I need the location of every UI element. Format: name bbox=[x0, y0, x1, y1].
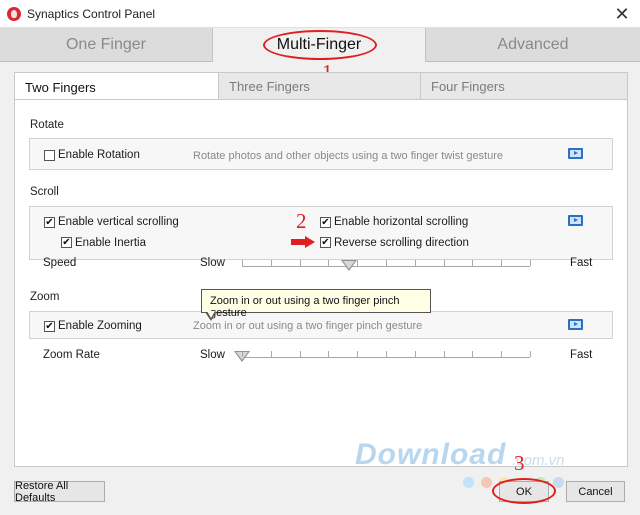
slider-tick bbox=[472, 351, 474, 357]
title-bar: Synaptics Control Panel ✕ bbox=[0, 0, 640, 28]
dot-orange bbox=[481, 477, 492, 488]
slider-tick bbox=[501, 260, 503, 266]
slider-tick bbox=[270, 260, 272, 266]
zoom-rate-label: Zoom Rate bbox=[43, 349, 100, 361]
scroll-video-icon[interactable] bbox=[568, 215, 583, 226]
slider-tick bbox=[443, 260, 445, 266]
slider-tick bbox=[386, 351, 387, 357]
watermark-logo: Download bbox=[355, 438, 507, 471]
subtab-four-fingers[interactable]: Four Fingers bbox=[421, 72, 628, 100]
scroll-section-label: Scroll bbox=[30, 186, 59, 198]
rotate-description: Rotate photos and other objects using a … bbox=[193, 150, 504, 162]
restore-defaults-button[interactable]: Restore All Defaults bbox=[14, 480, 105, 504]
highlight-ellipse bbox=[263, 30, 377, 60]
zoom-slow-label: Slow bbox=[200, 349, 225, 361]
subtab-three-fingers[interactable]: Three Fingers bbox=[219, 72, 421, 100]
slider-tick bbox=[530, 260, 531, 266]
zoom-description: Zoom in or out using a two finger pinch … bbox=[193, 320, 423, 332]
rotate-video-icon[interactable] bbox=[568, 148, 583, 159]
annotation-number-3: 3 bbox=[514, 451, 525, 475]
rotate-section-label: Rotate bbox=[30, 119, 64, 131]
vertical-scrolling-label: Enable vertical scrolling bbox=[58, 216, 179, 228]
sub-tab-bar: Two Fingers Three Fingers Four Fingers bbox=[14, 72, 628, 101]
zoom-fast-label: Fast bbox=[570, 349, 593, 361]
slider-tick bbox=[242, 351, 243, 357]
speed-label: Speed bbox=[43, 257, 77, 269]
reverse-scrolling-checkbox[interactable]: ✔ bbox=[320, 237, 331, 248]
slider-tick bbox=[357, 351, 359, 357]
slider-tick bbox=[443, 351, 445, 357]
vertical-scrolling-checkbox[interactable]: ✔ bbox=[44, 217, 55, 228]
window-title: Synaptics Control Panel bbox=[27, 7, 156, 21]
dot-blue bbox=[463, 477, 474, 488]
slider-tick bbox=[414, 260, 416, 266]
slider-tick bbox=[414, 351, 416, 357]
zoom-video-icon[interactable] bbox=[568, 319, 583, 330]
annotation-number-2: 2 bbox=[296, 209, 307, 233]
enable-rotation-label: Enable Rotation bbox=[58, 149, 140, 161]
inertia-label: Enable Inertia bbox=[75, 237, 146, 249]
ok-highlight-ellipse bbox=[492, 478, 556, 504]
speed-fast-label: Fast bbox=[570, 257, 593, 269]
slider-tick bbox=[472, 260, 474, 266]
close-button[interactable]: ✕ bbox=[604, 0, 640, 28]
slider-tick bbox=[328, 260, 330, 266]
tab-multi-finger[interactable]: Multi-Finger bbox=[213, 28, 426, 62]
slider-tick bbox=[530, 351, 531, 357]
speed-slider-thumb[interactable] bbox=[340, 260, 357, 271]
enable-zooming-label: Enable Zooming bbox=[58, 320, 142, 332]
cancel-button[interactable]: Cancel bbox=[566, 481, 625, 502]
subtab-two-fingers[interactable]: Two Fingers bbox=[14, 72, 219, 101]
inertia-checkbox[interactable]: ✔ bbox=[61, 237, 72, 248]
slider-tick bbox=[357, 260, 359, 266]
tab-advanced[interactable]: Advanced bbox=[426, 28, 640, 62]
slider-tick bbox=[299, 260, 301, 266]
red-arrow-icon bbox=[291, 236, 315, 248]
enable-rotation-checkbox[interactable] bbox=[44, 150, 55, 161]
tab-one-finger[interactable]: One Finger bbox=[0, 28, 213, 62]
tooltip-pointer bbox=[205, 311, 216, 321]
horizontal-scrolling-label: Enable horizontal scrolling bbox=[334, 216, 469, 228]
speed-slider-track bbox=[242, 266, 530, 267]
reverse-scrolling-label: Reverse scrolling direction bbox=[334, 237, 469, 249]
main-tab-bar: One Finger Multi-Finger Advanced bbox=[0, 28, 640, 62]
slider-tick bbox=[386, 260, 387, 266]
speed-slow-label: Slow bbox=[200, 257, 225, 269]
slider-tick bbox=[328, 351, 330, 357]
zoom-section-label: Zoom bbox=[30, 291, 60, 303]
slider-tick bbox=[242, 260, 243, 266]
synaptics-logo-icon bbox=[7, 7, 21, 21]
enable-zooming-checkbox[interactable]: ✔ bbox=[44, 321, 55, 332]
horizontal-scrolling-checkbox[interactable]: ✔ bbox=[320, 217, 331, 228]
slider-tick bbox=[270, 351, 272, 357]
slider-tick bbox=[501, 351, 503, 357]
slider-tick bbox=[299, 351, 301, 357]
scroll-group bbox=[29, 206, 613, 260]
zoom-slider-track bbox=[242, 357, 530, 358]
zoom-tooltip: Zoom in or out using a two finger pinch … bbox=[201, 289, 431, 319]
